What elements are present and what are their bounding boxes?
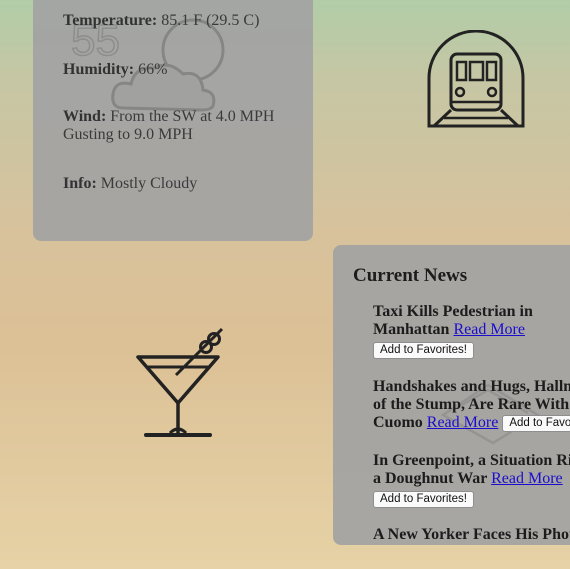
news-item: Handshakes and Hugs, Hallmarks of the St… — [373, 378, 570, 432]
info-row: Info: Mostly Cloudy — [63, 175, 198, 192]
humidity-row: Humidity: 66% — [63, 61, 168, 78]
martini-glass-icon — [136, 327, 224, 437]
wind-row: Wind: From the SW at 4.0 MPH Gusting to … — [63, 108, 275, 143]
add-to-favorites-button[interactable]: Add to Favorites! — [502, 414, 570, 432]
news-item: Taxi Kills Pedestrian in Manhattan Read … — [373, 303, 570, 359]
read-more-link[interactable]: Read More — [427, 414, 499, 431]
news-item: In Greenpoint, a Situation Rises a Dough… — [373, 452, 570, 508]
weather-panel: 55 Temperature: 85.1 F (29.5 C) Humidity… — [33, 0, 313, 241]
news-item: A New Yorker Faces His Photo — [373, 526, 570, 543]
news-heading: Current News — [353, 265, 468, 286]
read-more-link[interactable]: Read More — [453, 321, 525, 338]
temperature-row: Temperature: 85.1 F (29.5 C) — [63, 12, 260, 29]
add-to-favorites-button[interactable]: Add to Favorites! — [373, 342, 474, 359]
news-panel: Current News Taxi Kills Pedestrian in Ma… — [333, 245, 570, 545]
add-to-favorites-button[interactable]: Add to Favorites! — [373, 491, 474, 508]
read-more-link[interactable]: Read More — [491, 470, 563, 487]
subway-train-icon — [427, 30, 525, 128]
